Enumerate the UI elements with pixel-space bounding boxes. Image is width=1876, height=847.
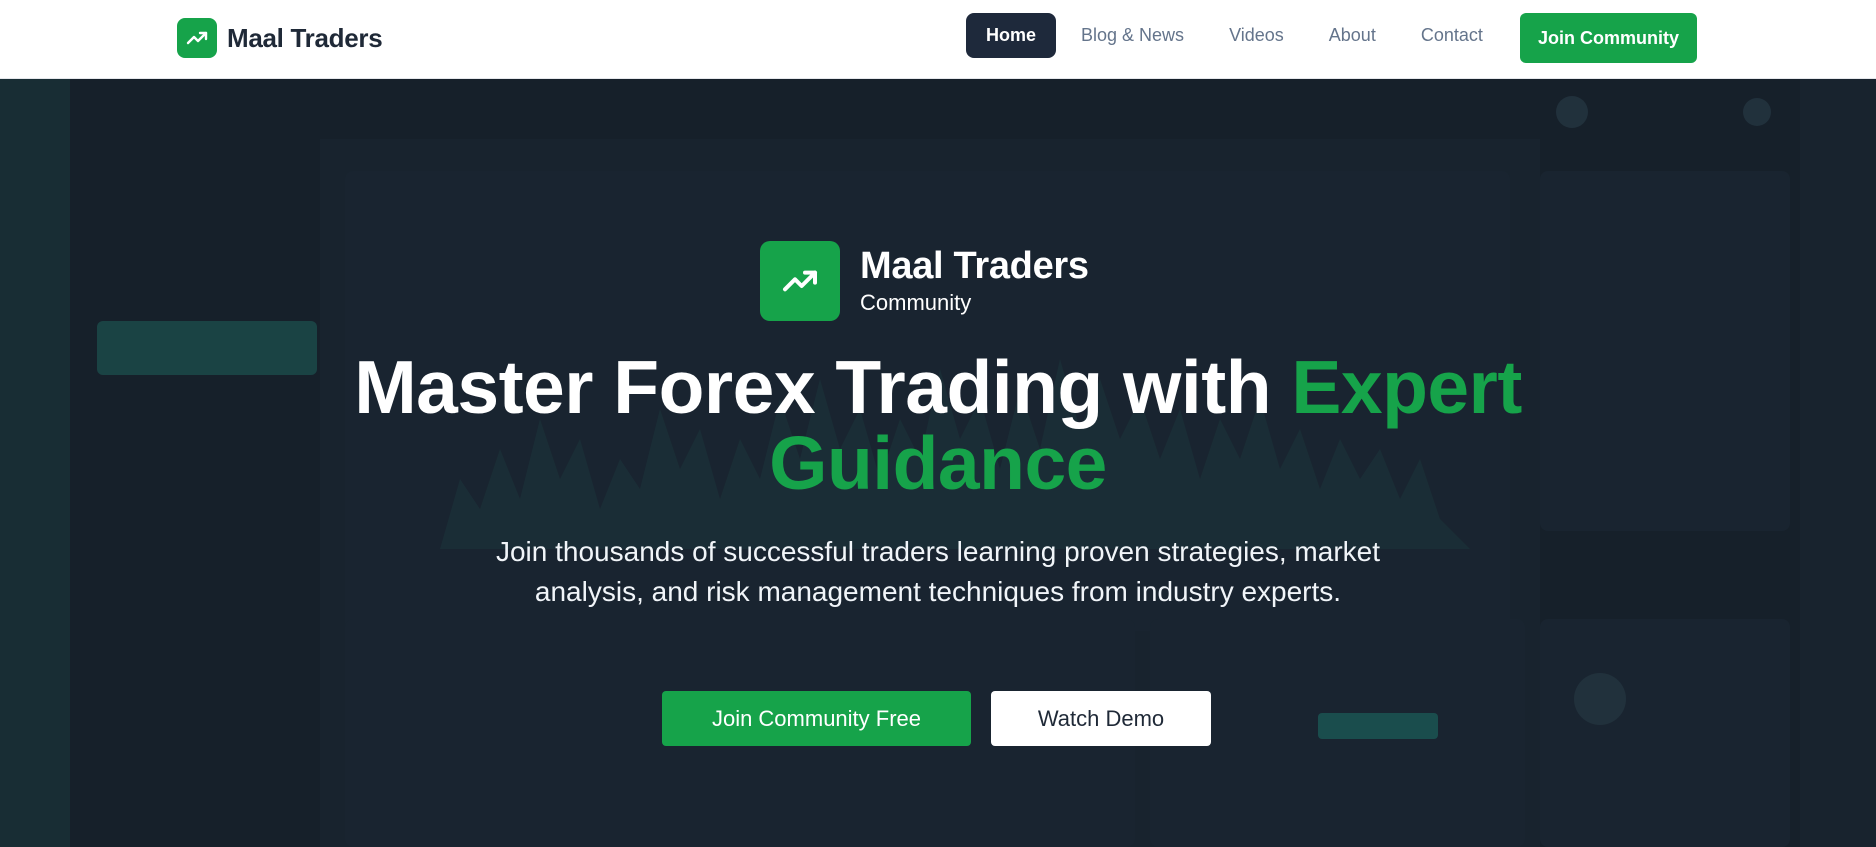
nav-link-home[interactable]: Home [966,13,1057,58]
top-navigation: Maal Traders Home Blog & News Videos Abo… [0,0,1876,79]
join-community-free-button[interactable]: Join Community Free [662,691,971,746]
hero-section: Maal Traders Community Master Forex Trad… [0,79,1876,847]
brand-logo[interactable]: Maal Traders [177,18,383,58]
headline-accent-guidance: Guidance [769,421,1107,505]
trending-up-icon [760,241,840,321]
hero-logo: Maal Traders Community [760,241,1089,321]
hero-logo-text: Maal Traders Community [860,244,1089,318]
headline-main: Master Forex Trading with [354,345,1272,429]
trending-up-icon [177,18,217,58]
headline-accent-expert: Expert [1291,345,1522,429]
watch-demo-button[interactable]: Watch Demo [991,691,1211,746]
brand-name: Maal Traders [227,22,383,53]
nav-link-about[interactable]: About [1309,13,1396,58]
hero-logo-name: Maal Traders [860,245,1089,287]
hero-logo-subtitle: Community [860,290,972,315]
nav-link-contact[interactable]: Contact [1401,13,1503,58]
hero-subtitle: Join thousands of successful traders lea… [495,536,1380,607]
nav-links: Home Blog & News Videos About Contact [966,13,1508,58]
join-community-button[interactable]: Join Community [1520,13,1697,63]
nav-link-videos[interactable]: Videos [1209,13,1304,58]
hero-headline: Master Forex Trading with Expert Guidanc… [238,349,1638,501]
nav-link-blog-news[interactable]: Blog & News [1061,13,1204,58]
